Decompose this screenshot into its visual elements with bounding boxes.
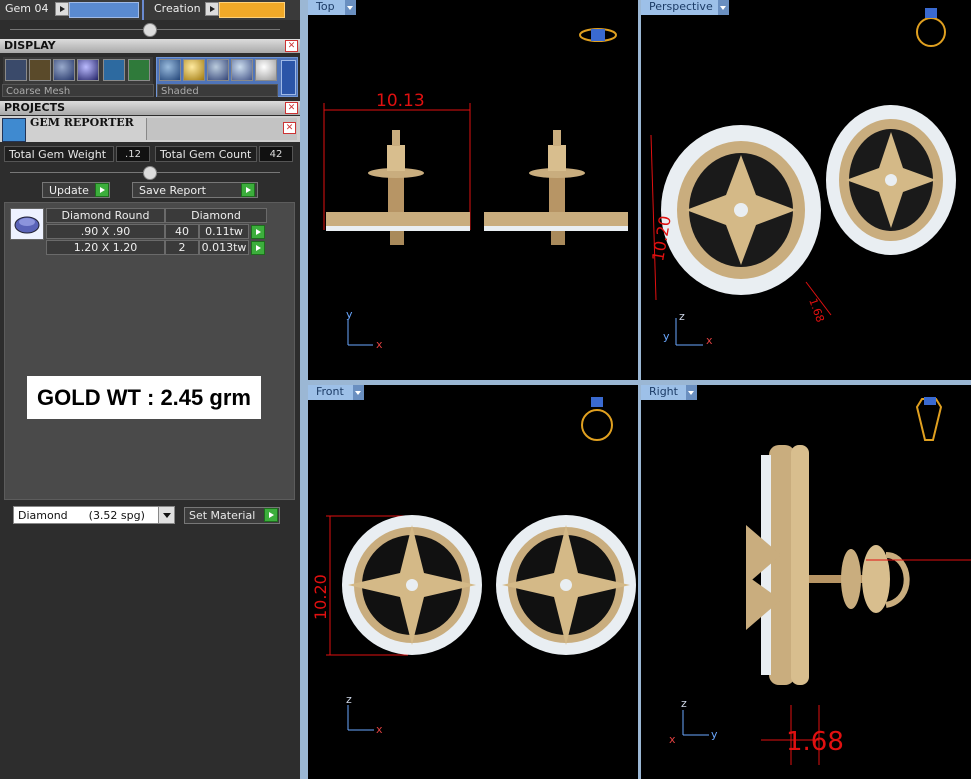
axis-y-label: y	[346, 308, 353, 321]
ring-orientation-icon	[916, 17, 946, 47]
gem-control-strip[interactable]	[69, 2, 139, 18]
chevron-down-icon[interactable]	[158, 507, 174, 523]
viewport-perspective-scene: 10.20 1.68 z y x	[648, 8, 956, 347]
creation-control-strip[interactable]	[219, 2, 285, 18]
wire-figure-icon[interactable]	[29, 59, 51, 81]
axis-x-label: x	[376, 723, 383, 736]
save-report-go-icon[interactable]	[241, 183, 255, 197]
earring-disc	[484, 212, 628, 226]
axis-y-label: y	[663, 330, 670, 343]
top-toolbar: Gem 04 Creation	[0, 0, 300, 20]
axis-x-label: x	[376, 338, 383, 351]
white-sphere-icon[interactable]	[255, 59, 277, 81]
dimension-label: 10.20	[311, 574, 330, 620]
table-cell-weight: 0.11tw	[199, 224, 249, 239]
viewport-front-scene: 10.20 z x	[311, 397, 636, 736]
render-icon[interactable]	[103, 59, 125, 81]
table-header-type: Diamond	[165, 208, 267, 223]
shade-material-icon[interactable]	[159, 59, 181, 81]
table-cell-count: 2	[165, 240, 199, 255]
layout-icon[interactable]	[128, 59, 150, 81]
grid-icon[interactable]	[5, 59, 27, 81]
viewport-area: Top 10.13 y x Perspective 10.20 1.68 z y…	[300, 0, 971, 779]
chrome-sphere-icon[interactable]	[231, 59, 253, 81]
total-weight-label: Total Gem Weight	[4, 146, 114, 162]
projects-close-icon[interactable]: ✕	[285, 102, 298, 114]
ring-gem-icon	[591, 29, 605, 41]
set-material-label: Set Material	[189, 509, 256, 522]
left-panel: Gem 04 Creation DISPLAY ✕ Coarse Mesh Sh…	[0, 0, 300, 779]
collapse-button-2[interactable]	[143, 166, 157, 180]
viewport-front[interactable]: Front 10.20 z x	[308, 385, 638, 779]
gem-label: Gem 04	[5, 2, 49, 15]
viewport-right-scene: 1.68 z y x	[669, 397, 971, 765]
total-count-value: 42	[259, 146, 293, 162]
sphere-violet-icon[interactable]	[77, 59, 99, 81]
shade-select[interactable]: Shaded	[157, 84, 278, 97]
ring-orientation-icon	[915, 398, 943, 441]
diamond-row	[484, 226, 628, 231]
gem-reporter-close-icon[interactable]: ✕	[283, 122, 296, 134]
set-material-go-icon[interactable]	[264, 508, 278, 522]
save-report-button[interactable]: Save Report	[132, 182, 258, 198]
dimension-label: 1.68	[786, 727, 844, 757]
row-select-icon[interactable]	[251, 225, 265, 239]
ring-orientation-icon	[581, 409, 613, 441]
gem-reporter-title: GEM REPORTER	[30, 116, 134, 129]
axis-z-label: z	[346, 693, 352, 706]
axis-x-label: x	[669, 733, 676, 746]
row-select-icon[interactable]	[251, 241, 265, 255]
gold-weight-annotation: GOLD WT : 2.45 grm	[27, 376, 261, 419]
display-close-icon[interactable]: ✕	[285, 40, 298, 52]
table-cell-size: .90 X .90	[46, 224, 165, 239]
table-header-shape: Diamond Round	[46, 208, 165, 223]
sphere-blue-icon[interactable]	[53, 59, 75, 81]
table-cell-count: 40	[165, 224, 199, 239]
viewport-top[interactable]: Top 10.13 y x	[308, 0, 638, 380]
diamond-row	[326, 226, 470, 231]
material-select[interactable]: Diamond (3.52 spg)	[13, 506, 175, 524]
total-weight-value: .12	[116, 146, 150, 162]
collapse-button[interactable]	[143, 23, 157, 37]
creation-play-button[interactable]	[205, 2, 219, 16]
diamond-round-icon	[10, 208, 44, 240]
viewport-top-scene: 10.13 y x	[323, 28, 628, 351]
axis-z-label: z	[681, 697, 687, 710]
gem-reporter-header-right	[146, 118, 297, 140]
viewport-perspective[interactable]: Perspective 10.20 1.68 z y x	[641, 0, 971, 380]
projects-section-header: PROJECTS	[0, 101, 300, 115]
dimension-label: 1.68	[806, 297, 827, 324]
toolbar-separator	[142, 0, 144, 20]
dimension-label: 10.20	[648, 214, 675, 262]
gold-sphere-icon[interactable]	[183, 59, 205, 81]
table-cell-weight: 0.013tw	[199, 240, 249, 255]
axis-z-label: z	[679, 310, 685, 323]
update-label: Update	[49, 184, 89, 197]
gem-reporter-icon	[2, 118, 26, 142]
material-value: Diamond (3.52 spg)	[18, 509, 145, 522]
display-section-header: DISPLAY	[0, 39, 300, 53]
axis-x-label: x	[706, 334, 713, 347]
total-count-label: Total Gem Count	[155, 146, 257, 162]
display-title: DISPLAY	[4, 39, 56, 52]
earring-disc	[326, 212, 470, 226]
steel-sphere-icon[interactable]	[207, 59, 229, 81]
projects-title: PROJECTS	[4, 101, 65, 114]
creation-label: Creation	[154, 2, 201, 15]
dimension-label: 10.13	[376, 91, 425, 111]
update-go-icon[interactable]	[95, 183, 109, 197]
viewport-right[interactable]: Right 1.68 z y x	[641, 385, 971, 779]
axis-y-label: y	[711, 728, 718, 741]
shading-side-toggle[interactable]	[281, 60, 296, 95]
gem-play-button[interactable]	[55, 2, 69, 16]
save-report-label: Save Report	[139, 184, 206, 197]
table-cell-size: 1.20 X 1.20	[46, 240, 165, 255]
mesh-select[interactable]: Coarse Mesh	[2, 84, 154, 97]
